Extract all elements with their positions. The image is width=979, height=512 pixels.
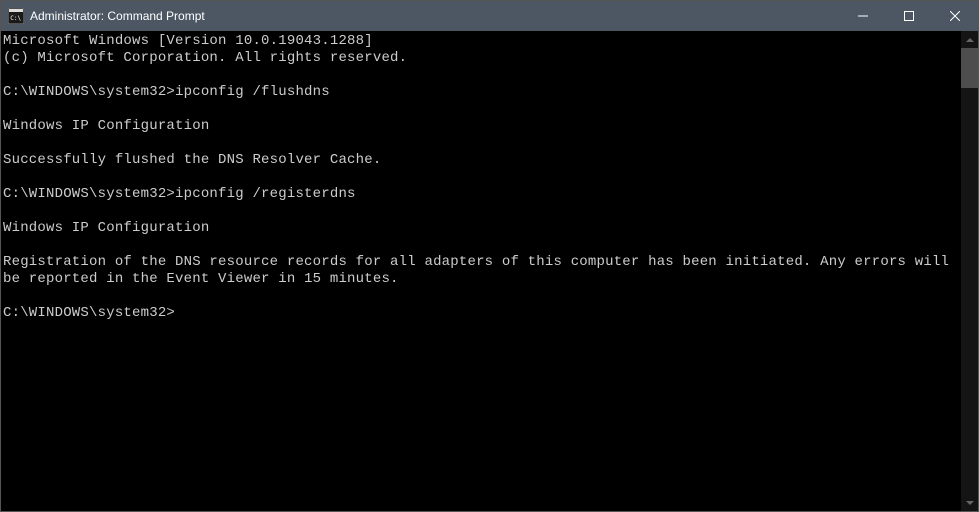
cmd-icon: C:\ xyxy=(8,8,24,24)
title-bar[interactable]: C:\ Administrator: Command Prompt xyxy=(1,1,978,31)
window-controls xyxy=(840,1,978,31)
terminal-line: Microsoft Windows [Version 10.0.19043.12… xyxy=(3,33,961,50)
terminal-line xyxy=(3,169,961,186)
close-button[interactable] xyxy=(932,1,978,31)
terminal-line: (c) Microsoft Corporation. All rights re… xyxy=(3,50,961,67)
terminal-line xyxy=(3,237,961,254)
terminal-line xyxy=(3,135,961,152)
terminal-line: Successfully flushed the DNS Resolver Ca… xyxy=(3,152,961,169)
terminal-line: Registration of the DNS resource records… xyxy=(3,254,961,288)
terminal-line: C:\WINDOWS\system32>ipconfig /flushdns xyxy=(3,84,961,101)
terminal-line xyxy=(3,288,961,305)
terminal-line: C:\WINDOWS\system32> xyxy=(3,305,961,322)
terminal-area: Microsoft Windows [Version 10.0.19043.12… xyxy=(1,31,978,511)
scroll-down-button[interactable] xyxy=(961,494,978,511)
terminal-line: C:\WINDOWS\system32>ipconfig /registerdn… xyxy=(3,186,961,203)
scroll-thumb[interactable] xyxy=(961,48,978,88)
terminal-line xyxy=(3,203,961,220)
terminal-line xyxy=(3,101,961,118)
maximize-button[interactable] xyxy=(886,1,932,31)
svg-text:C:\: C:\ xyxy=(10,15,21,22)
terminal-output[interactable]: Microsoft Windows [Version 10.0.19043.12… xyxy=(1,31,961,511)
scroll-up-button[interactable] xyxy=(961,31,978,48)
terminal-line: Windows IP Configuration xyxy=(3,220,961,237)
minimize-button[interactable] xyxy=(840,1,886,31)
window-title: Administrator: Command Prompt xyxy=(30,9,840,23)
terminal-line xyxy=(3,67,961,84)
terminal-line: Windows IP Configuration xyxy=(3,118,961,135)
scrollbar[interactable] xyxy=(961,31,978,511)
